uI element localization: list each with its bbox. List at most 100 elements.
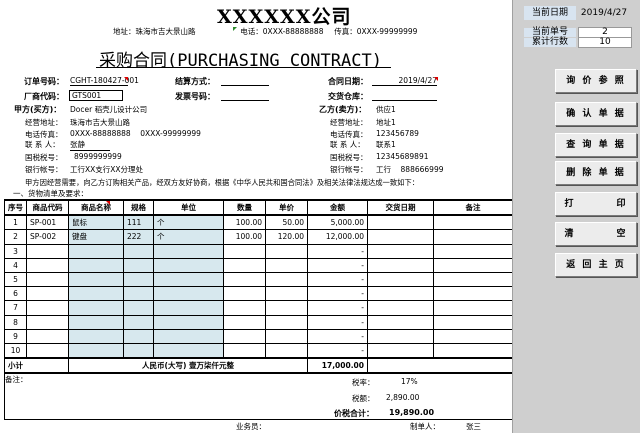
unit-price-cell[interactable]: [265, 243, 308, 259]
delivery-date-cell[interactable]: [367, 314, 434, 330]
quantity-cell[interactable]: [223, 342, 266, 359]
quantity-cell[interactable]: [223, 257, 266, 273]
remark-cell[interactable]: [433, 300, 513, 316]
spec-cell[interactable]: [123, 300, 154, 316]
unit-price-cell[interactable]: [265, 286, 308, 302]
quantity-cell[interactable]: [223, 328, 266, 344]
product-code-cell[interactable]: [26, 328, 69, 344]
quantity-cell[interactable]: 100.00: [223, 214, 266, 231]
product-name-cell[interactable]: [68, 314, 124, 330]
order-no-field[interactable]: CGHT-180427-001: [70, 76, 139, 86]
spec-cell[interactable]: [123, 257, 154, 273]
product-name-cell[interactable]: [68, 328, 124, 344]
amount-cell[interactable]: -: [307, 243, 368, 259]
amount-cell[interactable]: 5,000.00: [307, 214, 368, 231]
unit-cell[interactable]: [153, 271, 224, 288]
remark-cell[interactable]: [433, 328, 513, 344]
remark-cell[interactable]: [433, 229, 513, 245]
remark-cell[interactable]: [433, 214, 513, 231]
amount-cell[interactable]: 12,000.00: [307, 229, 368, 245]
amount-cell[interactable]: -: [307, 271, 368, 288]
unit-price-cell[interactable]: 120.00: [265, 229, 308, 245]
product-code-cell[interactable]: [26, 286, 69, 302]
remark-cell[interactable]: [433, 286, 513, 302]
product-code-cell[interactable]: [26, 300, 69, 316]
product-code-cell[interactable]: [26, 342, 69, 359]
unit-cell[interactable]: [153, 286, 224, 302]
delivery-date-cell[interactable]: [367, 328, 434, 344]
product-name-cell[interactable]: [68, 271, 124, 288]
warehouse-field[interactable]: [372, 91, 437, 101]
product-code-cell[interactable]: SP-001: [26, 214, 69, 231]
row-no-cell[interactable]: 1: [4, 214, 27, 231]
unit-cell[interactable]: [153, 257, 224, 273]
confirm-document-button[interactable]: 确 认 单 据: [555, 102, 637, 126]
delivery-date-cell[interactable]: [367, 257, 434, 273]
delivery-date-cell[interactable]: [367, 214, 434, 231]
remark-cell[interactable]: [433, 257, 513, 273]
row-no-cell[interactable]: 7: [4, 300, 27, 316]
unit-price-cell[interactable]: [265, 271, 308, 288]
quantity-cell[interactable]: 100.00: [223, 229, 266, 245]
unit-price-cell[interactable]: [265, 314, 308, 330]
product-name-cell[interactable]: 键盘: [68, 229, 124, 245]
product-name-cell[interactable]: 鼠标: [68, 214, 124, 231]
remark-box[interactable]: [4, 372, 514, 420]
unit-price-cell[interactable]: [265, 257, 308, 273]
product-code-cell[interactable]: [26, 314, 69, 330]
delivery-date-cell[interactable]: [367, 243, 434, 259]
product-code-cell[interactable]: [26, 271, 69, 288]
unit-cell[interactable]: [153, 342, 224, 359]
quantity-cell[interactable]: [223, 243, 266, 259]
inquiry-reference-button[interactable]: 询 价 参 照: [555, 69, 637, 93]
clear-button[interactable]: 清 空: [555, 222, 637, 246]
unit-price-cell[interactable]: 50.00: [265, 214, 308, 231]
row-no-cell[interactable]: 2: [4, 229, 27, 245]
row-no-cell[interactable]: 5: [4, 271, 27, 288]
spec-cell[interactable]: [123, 328, 154, 344]
remark-cell[interactable]: [433, 271, 513, 288]
amount-cell[interactable]: -: [307, 286, 368, 302]
row-no-cell[interactable]: 8: [4, 314, 27, 330]
product-code-cell[interactable]: [26, 243, 69, 259]
remark-cell[interactable]: [433, 342, 513, 359]
product-name-cell[interactable]: [68, 300, 124, 316]
spec-cell[interactable]: [123, 271, 154, 288]
spec-cell[interactable]: 111: [123, 214, 154, 231]
spec-cell[interactable]: 222: [123, 229, 154, 245]
remark-cell[interactable]: [433, 314, 513, 330]
unit-price-cell[interactable]: [265, 328, 308, 344]
quantity-cell[interactable]: [223, 271, 266, 288]
row-no-cell[interactable]: 6: [4, 286, 27, 302]
print-button[interactable]: 打 印: [555, 192, 637, 216]
delivery-date-cell[interactable]: [367, 300, 434, 316]
amount-cell[interactable]: -: [307, 328, 368, 344]
product-name-cell[interactable]: [68, 286, 124, 302]
quantity-cell[interactable]: [223, 300, 266, 316]
invoice-field[interactable]: [221, 91, 269, 101]
settle-field[interactable]: [221, 76, 269, 86]
amount-cell[interactable]: -: [307, 314, 368, 330]
remark-cell[interactable]: [433, 243, 513, 259]
amount-cell[interactable]: -: [307, 300, 368, 316]
product-code-cell[interactable]: [26, 257, 69, 273]
delivery-date-cell[interactable]: [367, 229, 434, 245]
query-document-button[interactable]: 查 询 单 据: [555, 133, 637, 157]
row-no-cell[interactable]: 9: [4, 328, 27, 344]
unit-price-cell[interactable]: [265, 300, 308, 316]
spec-cell[interactable]: [123, 243, 154, 259]
quantity-cell[interactable]: [223, 314, 266, 330]
unit-cell[interactable]: [153, 300, 224, 316]
amount-cell[interactable]: -: [307, 257, 368, 273]
product-name-cell[interactable]: [68, 243, 124, 259]
return-home-button[interactable]: 返 回 主 页: [555, 253, 637, 277]
spec-cell[interactable]: [123, 286, 154, 302]
spec-cell[interactable]: [123, 314, 154, 330]
unit-cell[interactable]: 个: [153, 214, 224, 231]
product-name-cell[interactable]: [68, 257, 124, 273]
row-no-cell[interactable]: 10: [4, 342, 27, 359]
row-no-cell[interactable]: 4: [4, 257, 27, 273]
unit-cell[interactable]: [153, 314, 224, 330]
vendor-code-field[interactable]: GTS001: [69, 90, 123, 101]
unit-cell[interactable]: [153, 328, 224, 344]
